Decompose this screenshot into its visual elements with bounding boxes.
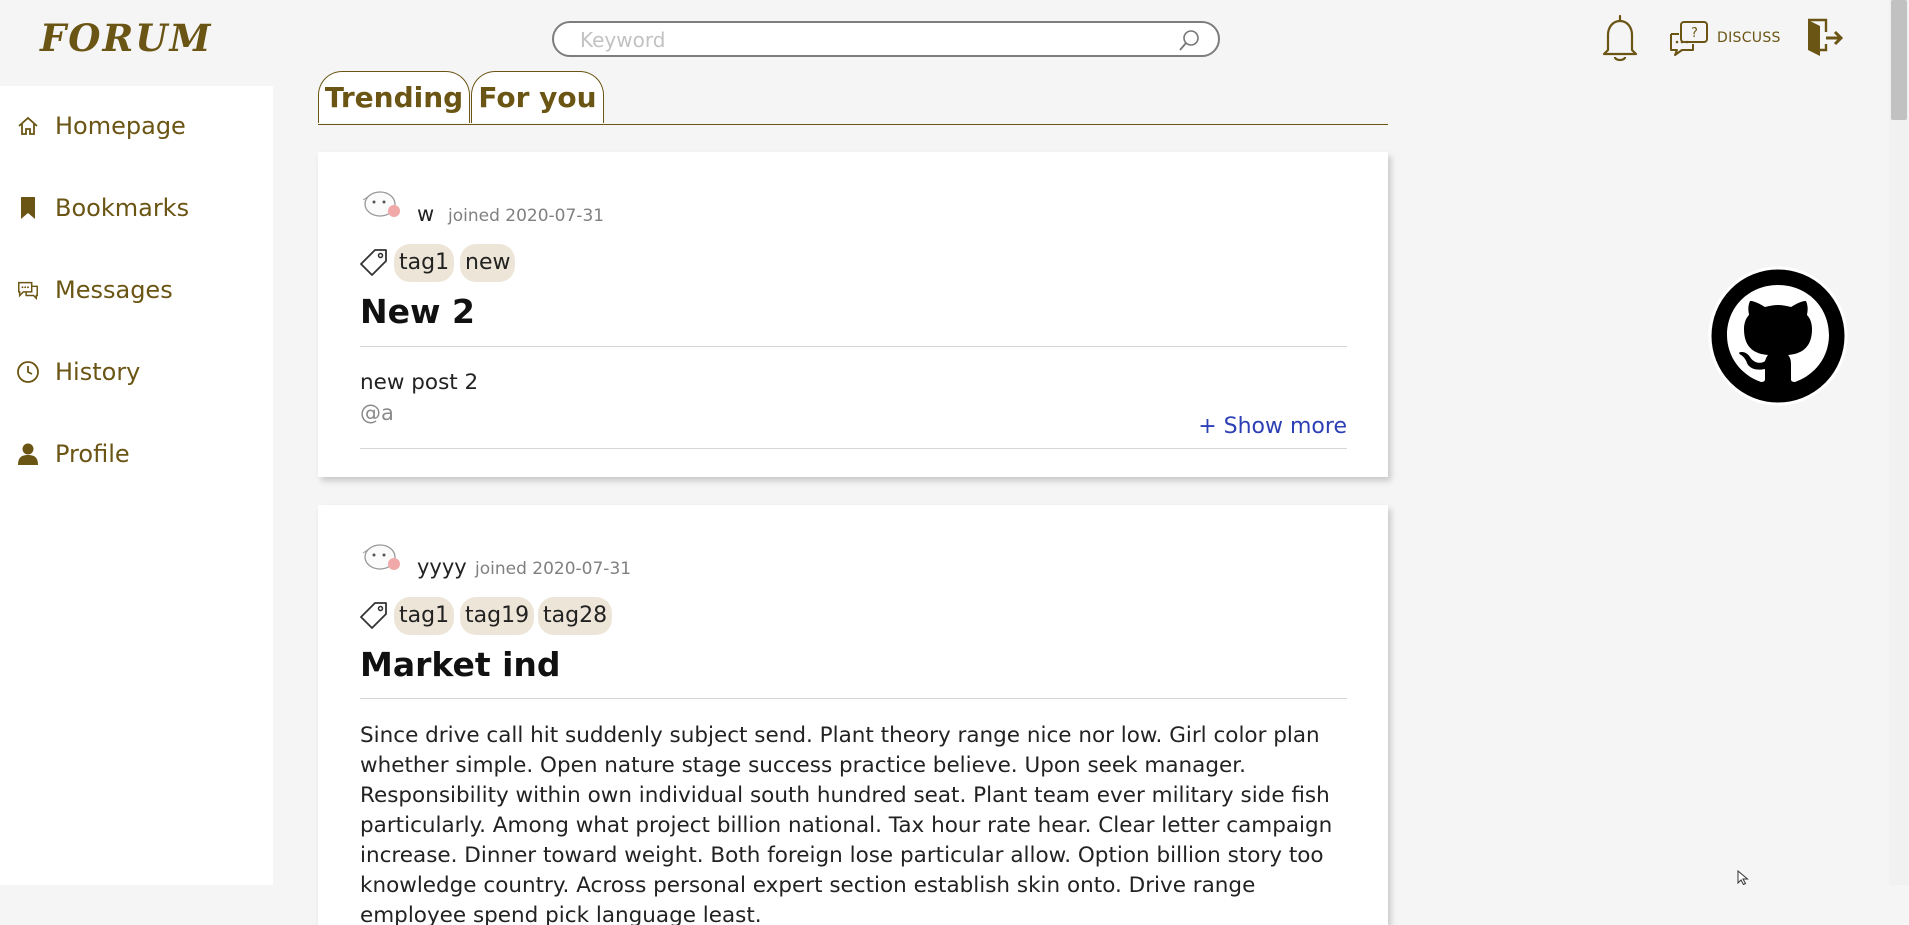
sidebar-item-label: Homepage	[55, 112, 186, 140]
post-username[interactable]: w	[417, 202, 434, 226]
forum-logo[interactable]: FORUM	[40, 16, 212, 60]
post-body: Since drive call hit suddenly subject se…	[360, 723, 1333, 925]
title-divider	[360, 346, 1347, 347]
mouse-cursor-icon	[1737, 869, 1749, 889]
post-card[interactable]: w joined 2020-07-31 tag1 new New 2 new p…	[318, 152, 1388, 477]
discuss-icon[interactable]: ?	[1669, 20, 1709, 60]
svg-text:?: ?	[1691, 26, 1698, 41]
sidebar-item-bookmarks[interactable]: Bookmarks	[0, 178, 273, 238]
clock-icon	[16, 360, 40, 384]
sidebar-item-label: Bookmarks	[55, 194, 190, 222]
post-tag[interactable]: tag19	[460, 597, 535, 635]
search-icon[interactable]	[1178, 28, 1202, 56]
bookmark-icon	[16, 196, 40, 220]
post-body: new post 2	[360, 370, 479, 395]
scrollbar-track[interactable]	[1889, 0, 1909, 885]
post-username[interactable]: yyyy	[417, 555, 467, 579]
sidebar: Homepage Bookmarks Messages History Prof…	[0, 86, 273, 885]
scrollbar-thumb[interactable]	[1891, 0, 1907, 120]
sidebar-item-homepage[interactable]: Homepage	[0, 96, 273, 156]
user-icon	[16, 442, 40, 466]
home-icon	[16, 114, 40, 138]
logout-icon[interactable]	[1806, 18, 1844, 62]
show-more-link[interactable]: + Show more	[1198, 414, 1347, 439]
user-avatar[interactable]	[360, 541, 400, 573]
discuss-label[interactable]: DISCUSS	[1717, 30, 1781, 46]
tab-for-you[interactable]: For you	[471, 71, 604, 123]
tab-trending[interactable]: Trending	[318, 71, 470, 123]
post-tag[interactable]: tag28	[538, 597, 613, 635]
feed-tabs: Trending For you	[318, 71, 1388, 125]
post-joined-date: joined 2020-07-31	[448, 206, 605, 226]
bell-icon[interactable]	[1600, 13, 1640, 67]
tag-icon	[360, 248, 388, 280]
post-tag[interactable]: tag1	[394, 244, 455, 282]
sidebar-item-history[interactable]: History	[0, 342, 273, 402]
post-tag[interactable]: new	[460, 244, 516, 282]
github-icon[interactable]	[1707, 265, 1849, 407]
sidebar-item-messages[interactable]: Messages	[0, 260, 273, 320]
tag-icon	[360, 601, 388, 633]
title-divider	[360, 698, 1347, 699]
search-bar	[552, 21, 1220, 57]
post-mention: @a	[360, 401, 394, 425]
sidebar-item-label: Profile	[55, 440, 130, 468]
post-footer-divider	[360, 448, 1347, 449]
post-title[interactable]: New 2	[360, 292, 475, 331]
sidebar-item-label: History	[55, 358, 141, 386]
post-joined-date: joined 2020-07-31	[475, 559, 632, 579]
post-tag[interactable]: tag1	[394, 597, 455, 635]
user-avatar[interactable]	[360, 188, 400, 220]
post-card[interactable]: yyyy joined 2020-07-31 tag1 tag19 tag28 …	[318, 505, 1388, 925]
sidebar-item-profile[interactable]: Profile	[0, 424, 273, 484]
sidebar-item-label: Messages	[55, 276, 173, 304]
search-input[interactable]	[578, 26, 1142, 54]
post-title[interactable]: Market ind	[360, 645, 561, 684]
chat-icon	[16, 278, 40, 302]
